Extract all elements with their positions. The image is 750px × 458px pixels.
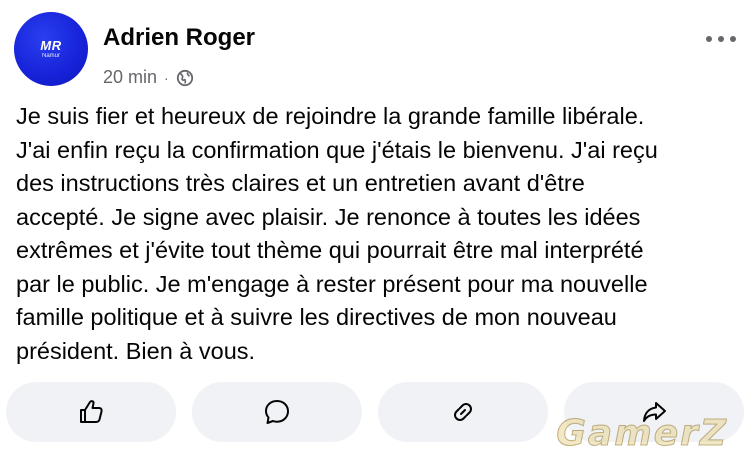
meta-separator: · — [164, 69, 169, 86]
like-icon — [80, 400, 103, 423]
more-dot — [718, 36, 724, 42]
post-header: MR Namur Adrien Roger 20 min · — [14, 12, 736, 88]
more-dot — [706, 36, 712, 42]
globe-icon[interactable] — [176, 69, 194, 87]
facebook-post: MR Namur Adrien Roger 20 min · Je suis f… — [0, 0, 750, 458]
avatar-initials: MR — [40, 37, 62, 53]
copy-link-button[interactable] — [378, 382, 548, 442]
link-icon — [454, 403, 472, 421]
comment-button[interactable] — [192, 382, 362, 442]
post-meta: 20 min · — [103, 67, 194, 88]
post-timestamp[interactable]: 20 min — [103, 67, 157, 88]
post-text: Je suis fier et heureux de rejoindre la … — [16, 103, 658, 364]
more-options-icon[interactable] — [706, 32, 736, 46]
like-button[interactable] — [6, 382, 176, 442]
author-name[interactable]: Adrien Roger — [103, 24, 255, 52]
more-dot — [730, 36, 736, 42]
comment-icon — [265, 400, 289, 424]
watermark: GamerZ — [556, 413, 728, 455]
avatar-subtext: Namur — [41, 52, 60, 59]
avatar[interactable]: MR Namur — [14, 12, 88, 86]
